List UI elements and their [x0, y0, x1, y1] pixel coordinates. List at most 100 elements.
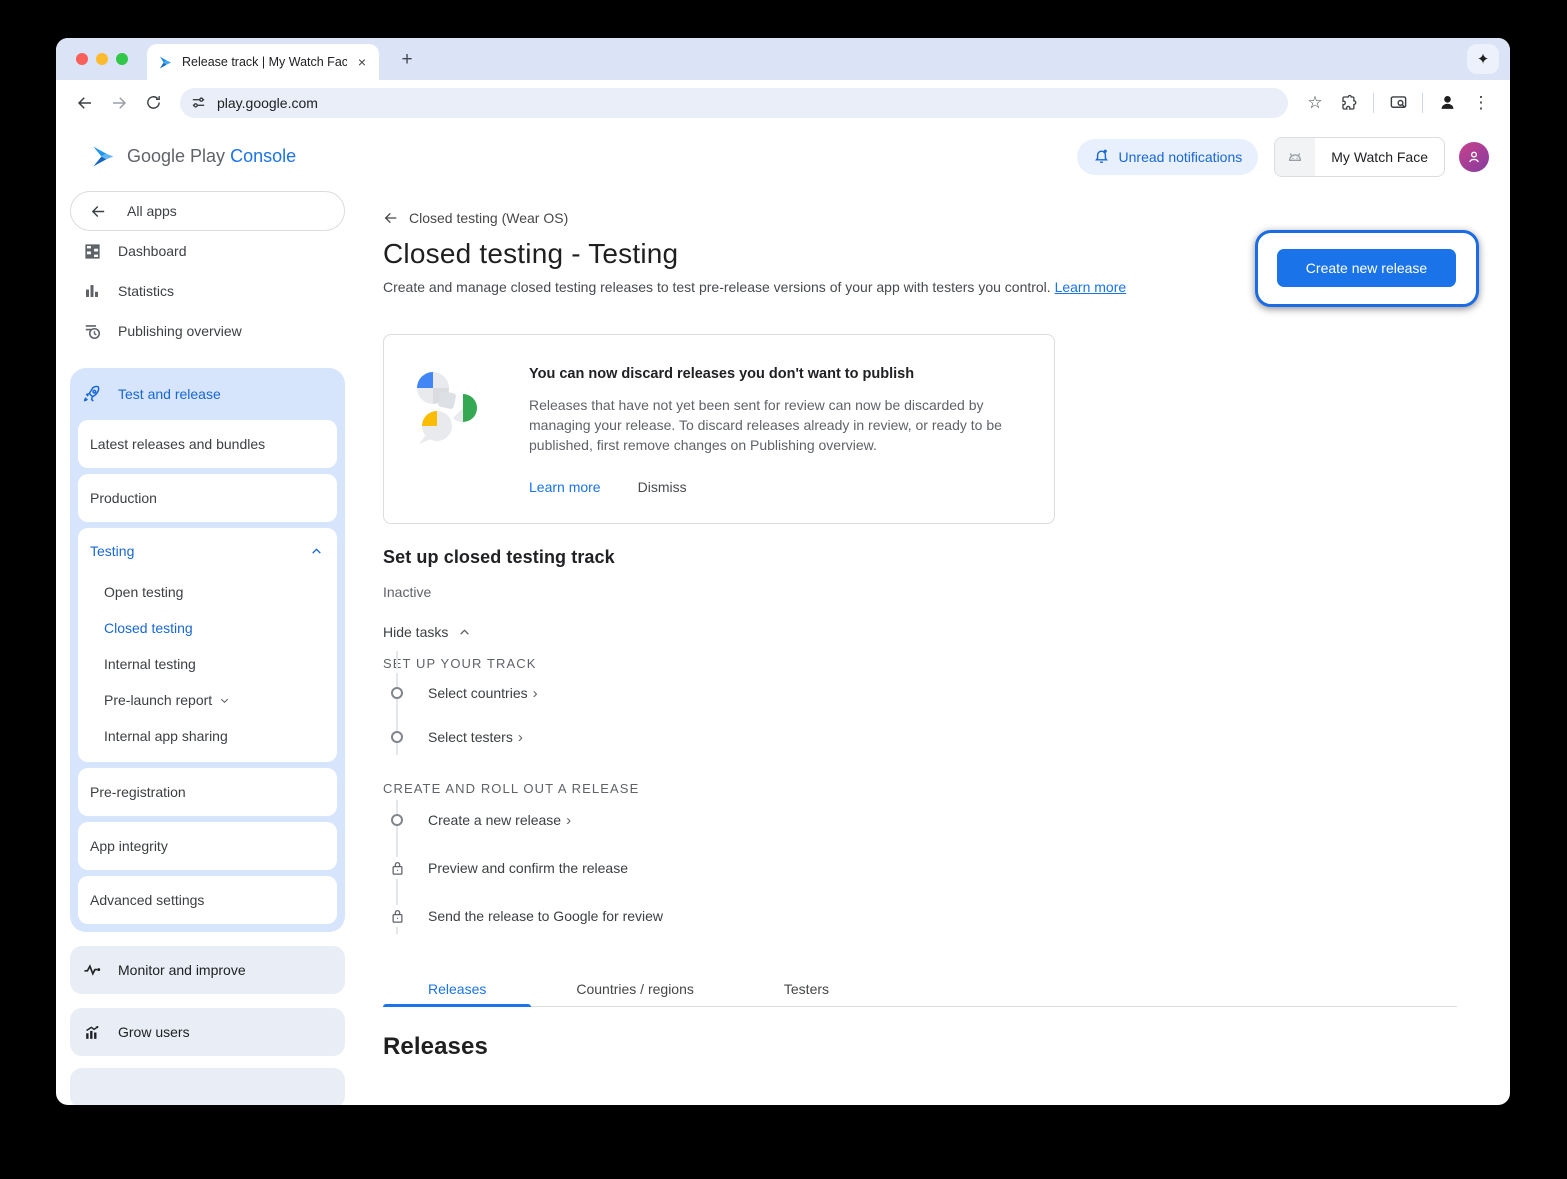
- forward-icon[interactable]: [102, 86, 136, 120]
- sidebar: All apps Dashboard Statistics: [56, 188, 356, 1105]
- sidebar-item-label: Publishing overview: [118, 323, 242, 339]
- sidebar-item-latest-releases[interactable]: Latest releases and bundles: [78, 420, 337, 468]
- section-label: Test and release: [118, 386, 221, 402]
- android-app-icon: [1275, 138, 1315, 176]
- chevron-right-icon: ›: [518, 729, 523, 746]
- chevron-down-icon: [219, 695, 230, 706]
- breadcrumb-back-icon: [383, 210, 399, 226]
- sidebar-item-prelaunch-report[interactable]: Pre-launch report: [78, 682, 337, 718]
- all-apps-button[interactable]: All apps: [70, 191, 345, 231]
- sidebar-section-test-and-release: Test and release Latest releases and bun…: [70, 368, 345, 932]
- tab-testers[interactable]: Testers: [739, 972, 874, 1006]
- step-label: Select countries: [428, 685, 528, 701]
- step-label: Preview and confirm the release: [428, 860, 628, 876]
- new-tab-button[interactable]: +: [394, 47, 420, 73]
- step-label: Create a new release: [428, 812, 561, 828]
- learn-more-link[interactable]: Learn more: [1055, 279, 1127, 295]
- unread-notifications-button[interactable]: Unread notifications: [1077, 139, 1259, 175]
- step-label: Send the release to Google for review: [428, 908, 663, 924]
- item-label: Testing: [90, 543, 134, 559]
- step-select-countries[interactable]: Select countries ›: [383, 681, 1510, 705]
- create-new-release-button[interactable]: Create new release: [1277, 249, 1456, 287]
- sidebar-section-partial[interactable]: [70, 1068, 345, 1105]
- lock-icon: [388, 857, 406, 879]
- main-content: Closed testing (Wear OS) Closed testing …: [356, 188, 1510, 1105]
- card-content: You can now discard releases you don't w…: [529, 366, 1009, 495]
- statistics-icon: [82, 281, 102, 301]
- sidebar-item-publishing-overview[interactable]: Publishing overview: [70, 311, 345, 351]
- close-window-button[interactable]: [76, 53, 88, 65]
- step-ring-icon: [391, 687, 403, 699]
- tab-releases[interactable]: Releases: [383, 972, 531, 1006]
- sidebar-item-statistics[interactable]: Statistics: [70, 271, 345, 311]
- dashboard-icon: [82, 241, 102, 261]
- search-tabs-icon[interactable]: [1381, 86, 1415, 120]
- bell-icon: [1093, 148, 1110, 165]
- sidebar-item-app-integrity[interactable]: App integrity: [78, 822, 337, 870]
- sidebar-item-open-testing[interactable]: Open testing: [78, 574, 337, 610]
- all-apps-label: All apps: [127, 203, 177, 219]
- address-bar[interactable]: play.google.com: [180, 88, 1288, 118]
- sidebar-section-grow-users[interactable]: Grow users: [70, 1008, 345, 1056]
- item-label: Advanced settings: [90, 892, 204, 908]
- section-label: Grow users: [118, 1024, 190, 1040]
- step-select-testers[interactable]: Select testers ›: [383, 725, 1510, 749]
- sidebar-item-production[interactable]: Production: [78, 474, 337, 522]
- step-send-review: Send the release to Google for review: [383, 904, 1510, 928]
- hide-tasks-label: Hide tasks: [383, 624, 448, 640]
- selected-app-name: My Watch Face: [1315, 149, 1444, 165]
- toolbar-divider: [1422, 93, 1423, 113]
- play-console-logo[interactable]: Google Play Console: [90, 143, 296, 170]
- reload-icon[interactable]: [136, 86, 170, 120]
- extensions-icon[interactable]: [1332, 86, 1366, 120]
- card-dismiss-button[interactable]: Dismiss: [638, 479, 687, 495]
- breadcrumb[interactable]: Closed testing (Wear OS): [383, 210, 1510, 226]
- sidebar-item-dashboard[interactable]: Dashboard: [70, 231, 345, 271]
- item-label: Latest releases and bundles: [90, 436, 265, 452]
- tab-close-icon[interactable]: ×: [355, 54, 369, 70]
- sidebar-item-advanced-settings[interactable]: Advanced settings: [78, 876, 337, 924]
- app-selector[interactable]: My Watch Face: [1274, 137, 1445, 177]
- bookmark-star-icon[interactable]: ☆: [1298, 86, 1332, 120]
- section-label: Monitor and improve: [118, 962, 246, 978]
- profile-icon[interactable]: [1430, 86, 1464, 120]
- breadcrumb-label: Closed testing (Wear OS): [409, 210, 568, 226]
- card-actions: Learn more Dismiss: [529, 479, 1009, 495]
- item-label: Production: [90, 490, 157, 506]
- hide-tasks-toggle[interactable]: Hide tasks: [383, 624, 471, 640]
- notifications-label: Unread notifications: [1119, 149, 1243, 165]
- sparkle-icon[interactable]: ✦: [1467, 44, 1499, 74]
- item-label: App integrity: [90, 838, 168, 854]
- track-section-label: SET UP YOUR TRACK: [383, 656, 1510, 671]
- card-learn-more-link[interactable]: Learn more: [529, 479, 601, 495]
- sidebar-item-pre-registration[interactable]: Pre-registration: [78, 768, 337, 816]
- test-and-release-header[interactable]: Test and release: [70, 368, 345, 420]
- lock-icon: [388, 905, 406, 927]
- minimize-window-button[interactable]: [96, 53, 108, 65]
- back-icon[interactable]: [68, 86, 102, 120]
- create-release-highlight: Create new release: [1255, 230, 1479, 307]
- sidebar-item-internal-testing[interactable]: Internal testing: [78, 646, 337, 682]
- item-label: Closed testing: [104, 620, 193, 636]
- step-ring-icon: [391, 731, 403, 743]
- maximize-window-button[interactable]: [116, 53, 128, 65]
- play-logo-icon: [90, 143, 117, 170]
- chevron-up-icon: [458, 626, 471, 639]
- item-label: Internal app sharing: [104, 728, 228, 744]
- tab-title: Release track | My Watch Fac: [182, 55, 347, 69]
- tab-countries-regions[interactable]: Countries / regions: [531, 972, 739, 1006]
- sidebar-item-closed-testing[interactable]: Closed testing: [78, 610, 337, 646]
- sidebar-item-testing[interactable]: Testing: [78, 528, 337, 574]
- browser-menu-icon[interactable]: ⋮: [1464, 86, 1498, 120]
- release-section-label: CREATE AND ROLL OUT A RELEASE: [383, 781, 1510, 796]
- sidebar-item-internal-app-sharing[interactable]: Internal app sharing: [78, 718, 337, 754]
- releases-heading: Releases: [383, 1033, 1510, 1061]
- discard-releases-card: You can now discard releases you don't w…: [383, 334, 1055, 524]
- monitor-pulse-icon: [82, 960, 102, 980]
- site-settings-icon[interactable]: [188, 93, 208, 113]
- back-arrow-icon: [90, 203, 107, 220]
- browser-tab[interactable]: Release track | My Watch Fac ×: [147, 44, 379, 80]
- step-create-release[interactable]: Create a new release ›: [383, 808, 1510, 832]
- account-avatar[interactable]: [1459, 142, 1489, 172]
- sidebar-section-monitor-and-improve[interactable]: Monitor and improve: [70, 946, 345, 994]
